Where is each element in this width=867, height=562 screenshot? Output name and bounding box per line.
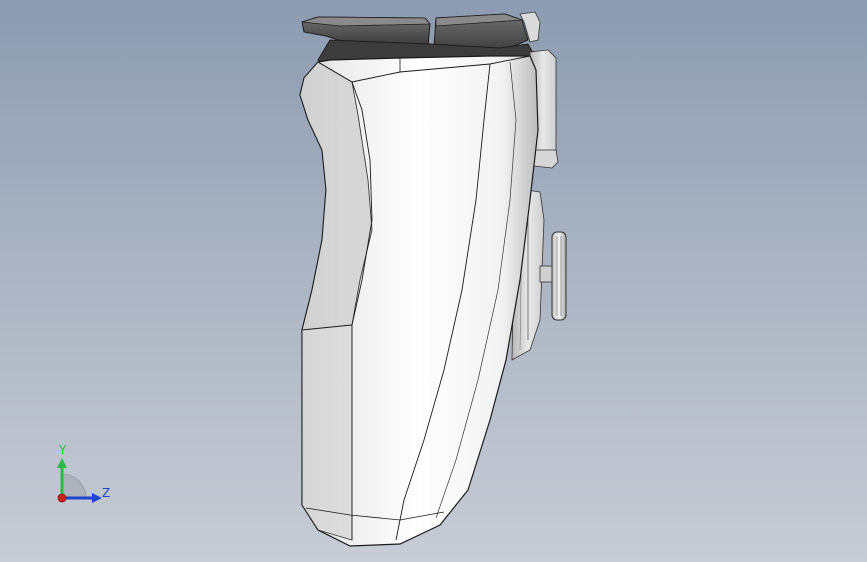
- grip-body: [299, 55, 539, 547]
- graphics-viewport[interactable]: Y Z: [0, 0, 867, 562]
- y-axis-label: Y: [59, 443, 67, 457]
- orientation-triad: Y Z: [40, 440, 120, 510]
- controller-model[interactable]: [0, 0, 867, 562]
- thumbstick: [539, 231, 567, 321]
- z-axis-label: Z: [102, 486, 111, 500]
